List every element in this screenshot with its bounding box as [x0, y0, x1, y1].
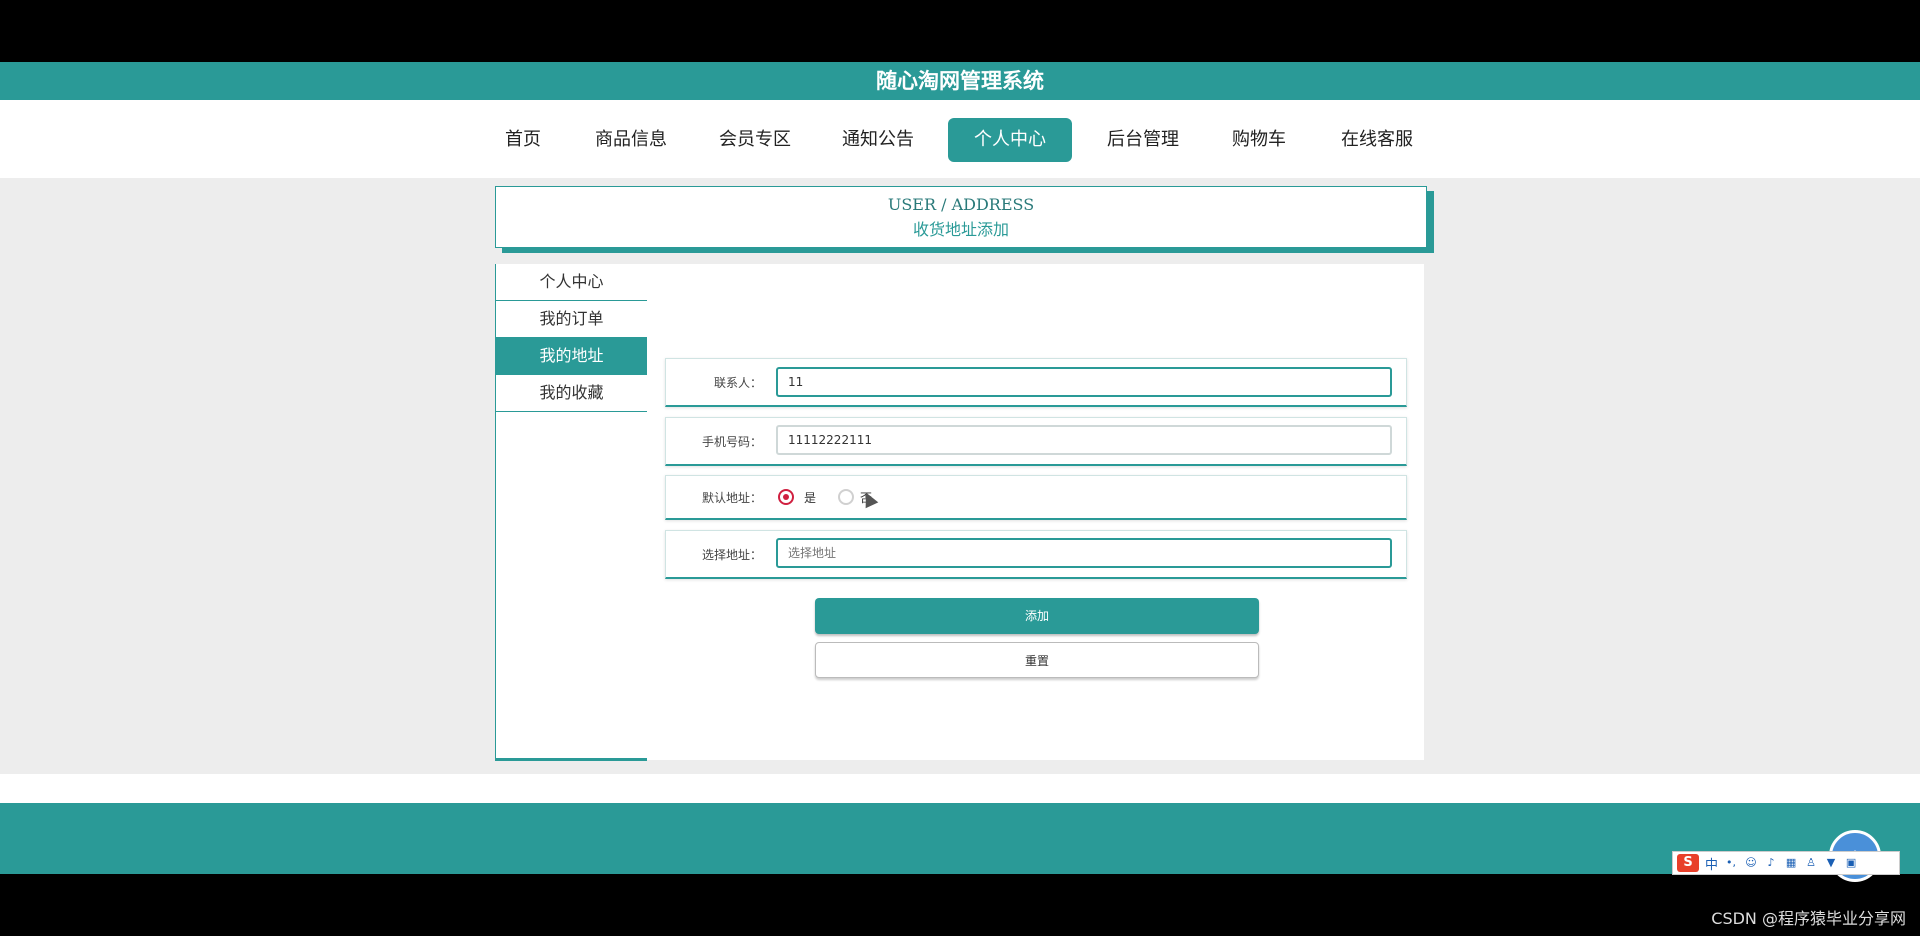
reset-button[interactable]: 重置: [815, 642, 1259, 678]
address-row: 选择地址：: [665, 530, 1407, 579]
main-nav: 首页 商品信息 会员专区 通知公告 个人中心 后台管理 购物车 在线客服: [0, 100, 1920, 178]
sidebar-item-favorites[interactable]: 我的收藏: [496, 375, 647, 412]
contact-input[interactable]: 11: [776, 367, 1392, 397]
ime-toolbar[interactable]: S 中 •, ☺ ♪ ▦ ♙ ▼ ▣: [1672, 851, 1900, 875]
keyboard-icon[interactable]: ▦: [1784, 856, 1798, 870]
sidebar-item-addresses[interactable]: 我的地址: [496, 338, 647, 375]
address-input[interactable]: [776, 538, 1392, 568]
sogou-logo-icon: S: [1677, 854, 1699, 872]
nav-item-online-service[interactable]: 在线客服: [1332, 118, 1422, 162]
page: 随心淘网管理系统 首页 商品信息 会员专区 通知公告 个人中心 后台管理 购物车…: [0, 62, 1920, 874]
footer: [0, 803, 1920, 874]
page-header: USER / ADDRESS 收货地址添加: [495, 186, 1427, 248]
page-title-en: USER / ADDRESS: [887, 195, 1035, 214]
default-no-radio[interactable]: [838, 489, 854, 505]
default-address-label: 默认地址：: [701, 491, 762, 505]
nav-item-admin[interactable]: 后台管理: [1098, 118, 1188, 162]
side-nav: 个人中心 我的订单 我的地址 我的收藏: [495, 264, 647, 761]
app-title: 随心淘网管理系统: [0, 62, 1920, 100]
sidebar-item-personal-center[interactable]: 个人中心: [496, 264, 647, 301]
toolbox-icon[interactable]: ▣: [1844, 856, 1858, 870]
watermark: CSDN @程序猿毕业分享网: [1711, 909, 1906, 928]
user-icon[interactable]: ♙: [1804, 856, 1818, 870]
nav-item-cart[interactable]: 购物车: [1224, 118, 1294, 162]
contact-row: 联系人： 11: [665, 358, 1407, 407]
nav-item-personal-center[interactable]: 个人中心: [948, 118, 1072, 162]
phone-row: 手机号码： 11112222111: [665, 417, 1407, 466]
sidebar-item-orders[interactable]: 我的订单: [496, 301, 647, 338]
nav-item-products[interactable]: 商品信息: [586, 118, 676, 162]
footer-spacer: [0, 774, 1920, 803]
ime-language-toggle[interactable]: 中: [1705, 854, 1718, 873]
nav-item-members[interactable]: 会员专区: [710, 118, 800, 162]
nav-item-home[interactable]: 首页: [497, 118, 549, 162]
page-title: 收货地址添加: [912, 220, 1009, 239]
content-panel: 个人中心 我的订单 我的地址 我的收藏 联系人： 11 手机号码： 111122…: [495, 264, 1424, 761]
skin-icon[interactable]: ▼: [1824, 856, 1838, 870]
default-yes-label: 是: [804, 491, 817, 505]
emoji-icon[interactable]: ☺: [1744, 856, 1758, 870]
default-yes-radio[interactable]: [778, 489, 794, 505]
punctuation-icon[interactable]: •,: [1724, 856, 1738, 870]
microphone-icon[interactable]: ♪: [1764, 856, 1778, 870]
address-label: 选择地址：: [701, 548, 762, 562]
contact-label: 联系人：: [713, 376, 762, 390]
add-button[interactable]: 添加: [815, 598, 1259, 634]
default-address-row: 默认地址： 是 否: [665, 475, 1407, 520]
phone-label: 手机号码：: [701, 435, 762, 449]
nav-item-notices[interactable]: 通知公告: [833, 118, 923, 162]
phone-input[interactable]: 11112222111: [776, 425, 1392, 455]
